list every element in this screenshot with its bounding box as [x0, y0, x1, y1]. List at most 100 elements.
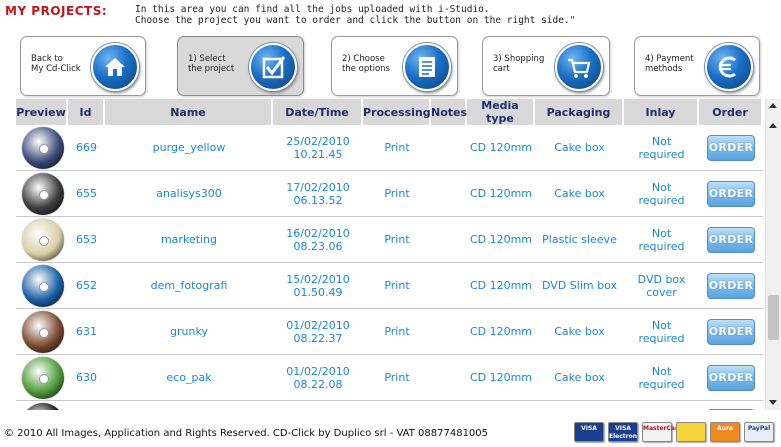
card-sub: Electron	[609, 433, 638, 440]
cd-preview-image[interactable]	[21, 356, 64, 399]
header-processing[interactable]: Processing	[363, 99, 431, 125]
row-id: 652	[68, 263, 105, 309]
order-button[interactable]: ORDER	[707, 318, 755, 345]
header-datetime[interactable]: Date/Time	[273, 99, 363, 125]
row-time: 10.21.45	[293, 147, 343, 161]
header-order[interactable]: Order	[699, 99, 763, 125]
row-id	[68, 401, 105, 410]
table-row: 669 purge_yellow 25/02/2010 10.21.45 Print CD…	[16, 125, 763, 171]
row-processing	[363, 401, 431, 410]
card-name: PayPal	[747, 425, 771, 432]
page-title: MY PROJECTS:	[5, 4, 108, 18]
row-inlay: Not required	[624, 355, 699, 401]
projects-table: Preview Id Name Date/Time Processing Not…	[16, 99, 763, 410]
cd-preview-image[interactable]	[21, 264, 64, 307]
order-button[interactable]: ORDER	[707, 134, 755, 161]
scroll-page-up-arrow-icon[interactable]	[769, 123, 777, 128]
step-payment-methods[interactable]: 4) Payment methods	[634, 36, 760, 96]
cd-preview-thumbnail	[16, 401, 68, 410]
row-name: analisys300	[105, 171, 273, 217]
cd-preview-image[interactable]	[21, 402, 64, 410]
row-id: 631	[68, 309, 105, 355]
scroll-up-arrow-icon[interactable]	[769, 103, 777, 108]
header-media-type[interactable]: Media type	[467, 99, 535, 125]
order-button[interactable]: ORDER	[707, 272, 755, 299]
row-media-type: CD 120mm	[467, 355, 535, 401]
row-processing: Print	[363, 125, 431, 171]
cd-preview-thumbnail	[16, 355, 68, 401]
header-name[interactable]: Name	[105, 99, 273, 125]
card-name: Aura	[717, 425, 733, 432]
step-label: Back to My Cd-Click	[31, 54, 81, 74]
row-inlay: Not required	[624, 309, 699, 355]
row-inlay-line: required	[638, 239, 685, 253]
order-button[interactable]: ORDER	[707, 364, 755, 391]
step-shopping-cart[interactable]: 3) Shopping cart	[482, 36, 610, 96]
cd-preview-image[interactable]	[21, 126, 64, 169]
home-icon	[91, 43, 139, 91]
row-packaging: Cake box	[535, 171, 624, 217]
row-name	[105, 401, 273, 410]
cd-preview-thumbnail	[16, 217, 68, 263]
row-order: ORDER	[699, 309, 763, 355]
row-media-type	[467, 401, 535, 410]
list-icon	[403, 43, 451, 91]
cd-preview-thumbnail	[16, 125, 68, 171]
row-inlay: Not required	[624, 217, 699, 263]
row-date: 01/02/2010	[286, 318, 350, 332]
row-date: 17/02/2010	[286, 180, 350, 194]
header-id[interactable]: Id	[68, 99, 105, 125]
row-media-type: CD 120mm	[467, 263, 535, 309]
row-name: dem_fotografi	[105, 263, 273, 309]
step-choose-options[interactable]: 2) Choose the options	[331, 36, 458, 96]
row-inlay-line: required	[638, 377, 685, 391]
row-order: ORDER	[699, 217, 763, 263]
row-processing: Print	[363, 171, 431, 217]
cd-preview-image[interactable]	[21, 172, 64, 215]
order-button[interactable]: ORDER	[707, 226, 755, 253]
row-notes	[431, 217, 467, 263]
row-inlay-line: cover	[646, 285, 677, 299]
step-select-project[interactable]: 1) Select the project	[177, 36, 304, 96]
scrollbar-thumb[interactable]	[768, 295, 779, 340]
row-datetime: 01/02/2010	[273, 401, 363, 410]
payment-card-logo-icon	[676, 422, 706, 442]
card-name: MasterCard	[643, 425, 683, 432]
row-processing: Print	[363, 309, 431, 355]
row-packaging: Cake box	[535, 125, 624, 171]
row-media-type: CD 120mm	[467, 309, 535, 355]
cd-preview-image[interactable]	[21, 310, 64, 353]
row-name: grunky	[105, 309, 273, 355]
header-preview[interactable]: Preview	[16, 99, 68, 125]
row-notes	[431, 171, 467, 217]
table-row: 630 eco_pak 01/02/2010 08.22.08 Print CD 120m…	[16, 355, 763, 401]
order-button[interactable]	[707, 409, 755, 410]
card-name: VISA	[615, 425, 631, 432]
table-row: 631 grunky 01/02/2010 08.22.37 Print CD 120mm…	[16, 309, 763, 355]
footer: © 2010 All Images, Application and Right…	[0, 418, 781, 447]
row-name: purge_yellow	[105, 125, 273, 171]
header-notes[interactable]: Notes	[431, 99, 467, 125]
table-row: 655 analisys300 17/02/2010 06.13.52 Print CD …	[16, 171, 763, 217]
step-back-to-home[interactable]: Back to My Cd-Click	[20, 36, 146, 96]
table-row: 01/02/2010 Not	[16, 401, 763, 410]
row-name: marketing	[105, 217, 273, 263]
table-scrollbar[interactable]	[765, 99, 781, 410]
header-inlay[interactable]: Inlay	[624, 99, 699, 125]
header-packaging[interactable]: Packaging	[535, 99, 624, 125]
row-inlay-line: Not	[651, 364, 672, 378]
scroll-down-arrow-icon[interactable]	[769, 400, 777, 405]
projects-table-container: Preview Id Name Date/Time Processing Not…	[16, 99, 763, 410]
row-order: ORDER	[699, 355, 763, 401]
cd-preview-image[interactable]	[21, 218, 64, 261]
row-notes	[431, 401, 467, 410]
row-processing: Print	[363, 355, 431, 401]
order-button[interactable]: ORDER	[707, 180, 755, 207]
row-datetime: 15/02/2010 01.50.49	[273, 263, 363, 309]
row-inlay-line: Not	[651, 134, 672, 148]
row-time: 06.13.52	[293, 193, 343, 207]
row-packaging	[535, 401, 624, 410]
row-processing: Print	[363, 217, 431, 263]
row-processing: Print	[363, 263, 431, 309]
row-date: 15/02/2010	[286, 272, 350, 286]
